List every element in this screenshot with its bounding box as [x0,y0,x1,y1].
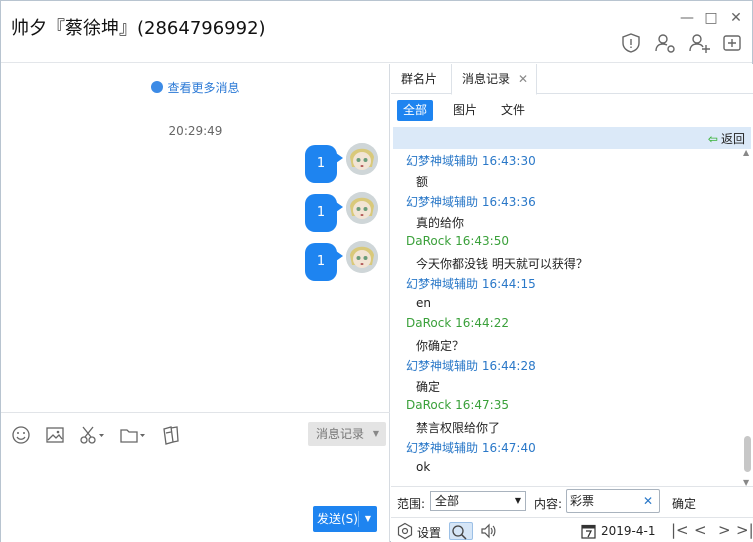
record-sender[interactable]: DaRock 16:43:50 [406,234,509,248]
range-value: 全部 [435,494,460,508]
record-text: 真的给你 [416,216,465,230]
send-button[interactable]: 发送(S) ▼ [313,506,377,532]
confirm-button[interactable]: 确定 [672,495,696,512]
back-button[interactable]: ⇦ 返回 [708,130,745,147]
record-text: 你确定？ [416,339,465,353]
back-arrow-icon: ⇦ [707,132,718,146]
tab-message-history-label: 消息记录 [462,72,511,86]
send-label: 发送(S) [317,512,358,526]
message-bubble[interactable]: 1 [305,145,343,183]
side-tabs: 群名片 消息记录 ✕ [391,64,753,95]
search-icon[interactable] [449,522,473,540]
settings-icon[interactable] [396,522,414,540]
record-filter-tabs: 全部 图片 文件 [391,95,753,125]
avatar[interactable] [346,143,378,175]
close-tab-icon[interactable]: ✕ [518,64,528,94]
previous-page-icon[interactable]: < [694,521,707,539]
emoji-icon[interactable] [10,424,32,446]
settings-label[interactable]: 设置 [417,524,441,541]
window-title: 帅夕『蔡徐坤』(2864796992) [11,18,266,39]
record-text: 禁言权限给你了 [416,421,501,435]
record-sender[interactable]: 幻梦神域辅助 16:43:36 [406,193,536,210]
filter-images[interactable]: 图片 [447,100,483,121]
composer-divider [1,412,390,413]
more-apps-icon[interactable] [720,31,744,55]
range-label: 范围: [397,497,426,511]
chevron-down-icon: ▼ [372,429,379,438]
history-toolbar: 设置 2019-4-1 |< < > >| [391,517,753,542]
record-sender[interactable]: 幻梦神域辅助 16:43:30 [406,152,536,169]
record-text: 今天你都没钱 明天就可以获得？ [416,257,588,271]
first-page-icon[interactable]: |< [671,521,689,539]
content-search-input[interactable]: 彩票 ✕ [566,489,660,513]
more-messages-link[interactable]: 查看更多消息 [1,79,390,96]
record-sender[interactable]: 幻梦神域辅助 16:44:15 [406,275,536,292]
scrollbar-thumb[interactable] [744,436,751,472]
content-search-value: 彩票 [570,494,595,508]
more-messages-label: 查看更多消息 [167,81,240,95]
minimize-button[interactable]: — [678,9,696,27]
record-text: 额 [416,175,429,189]
history-date[interactable]: 2019-4-1 [601,524,655,538]
side-panel: 群名片 消息记录 ✕ 全部 图片 文件 ⇦ 返回 幻梦神域辅助 16:43:30 额幻… [391,64,753,542]
folder-icon[interactable] [119,424,147,446]
clock-icon [151,81,164,93]
record-text: 确定 [416,380,441,394]
filter-all[interactable]: 全部 [397,100,434,121]
maximize-button[interactable]: □ [702,9,720,27]
back-label: 返回 [720,132,745,146]
scroll-up-icon[interactable]: ▲ [743,148,749,157]
send-divider [358,511,359,527]
speaker-icon[interactable] [479,522,497,540]
send-options-chevron-icon[interactable]: ▼ [365,506,371,532]
last-page-icon[interactable]: >| [736,521,753,539]
avatar[interactable] [346,241,378,273]
range-select[interactable]: 全部 ▼ [430,491,526,511]
message-bubble[interactable]: 1 [305,243,343,281]
record-text: en [416,296,431,310]
message-history-label: 消息记录 [316,427,365,441]
message-bubble[interactable]: 1 [305,194,343,232]
group-member-settings-icon[interactable] [653,31,677,55]
screenshot-scissors-icon[interactable] [78,424,106,446]
tab-message-history[interactable]: 消息记录 ✕ [451,64,537,95]
record-sender[interactable]: 幻梦神域辅助 16:47:40 [406,439,536,456]
clear-icon[interactable]: ✕ [643,490,653,512]
next-page-icon[interactable]: > [718,521,731,539]
title-bar: 帅夕『蔡徐坤』(2864796992) — □ ✕ [1,1,752,63]
close-button[interactable]: ✕ [727,9,745,27]
avatar[interactable] [346,192,378,224]
add-member-icon[interactable] [687,31,711,55]
history-scrollbar[interactable]: ▲ ▼ [741,148,753,487]
content-label: 内容: [534,497,563,511]
history-list: 幻梦神域辅助 16:43:30 额幻梦神域辅助 16:43:36 真的给你 DaRoc… [391,150,741,485]
record-sender[interactable]: DaRock 16:44:22 [406,316,509,330]
filter-files[interactable]: 文件 [495,100,531,121]
tab-group-card[interactable]: 群名片 [391,64,447,94]
record-sender[interactable]: DaRock 16:47:35 [406,398,509,412]
shield-icon[interactable] [619,31,643,55]
red-envelope-icon[interactable] [160,424,182,446]
image-icon[interactable] [44,424,66,446]
chevron-down-icon: ▼ [514,496,521,505]
chat-panel: 查看更多消息 20:29:49 1 1 1 消息记录 ▼ 发送(S) ▼ [1,64,390,542]
message-time: 20:29:49 [168,124,223,138]
chat-window: 帅夕『蔡徐坤』(2864796992) — □ ✕ 查看更多消息 20:29:4… [0,0,753,542]
message-history-button[interactable]: 消息记录 ▼ [308,422,386,446]
back-bar: ⇦ 返回 [393,127,751,149]
record-text: ok [416,460,431,474]
calendar-icon[interactable] [581,524,596,539]
record-sender[interactable]: 幻梦神域辅助 16:44:28 [406,357,536,374]
search-bar: 范围: 全部 ▼ 内容: 彩票 ✕ 确定 [391,486,753,516]
